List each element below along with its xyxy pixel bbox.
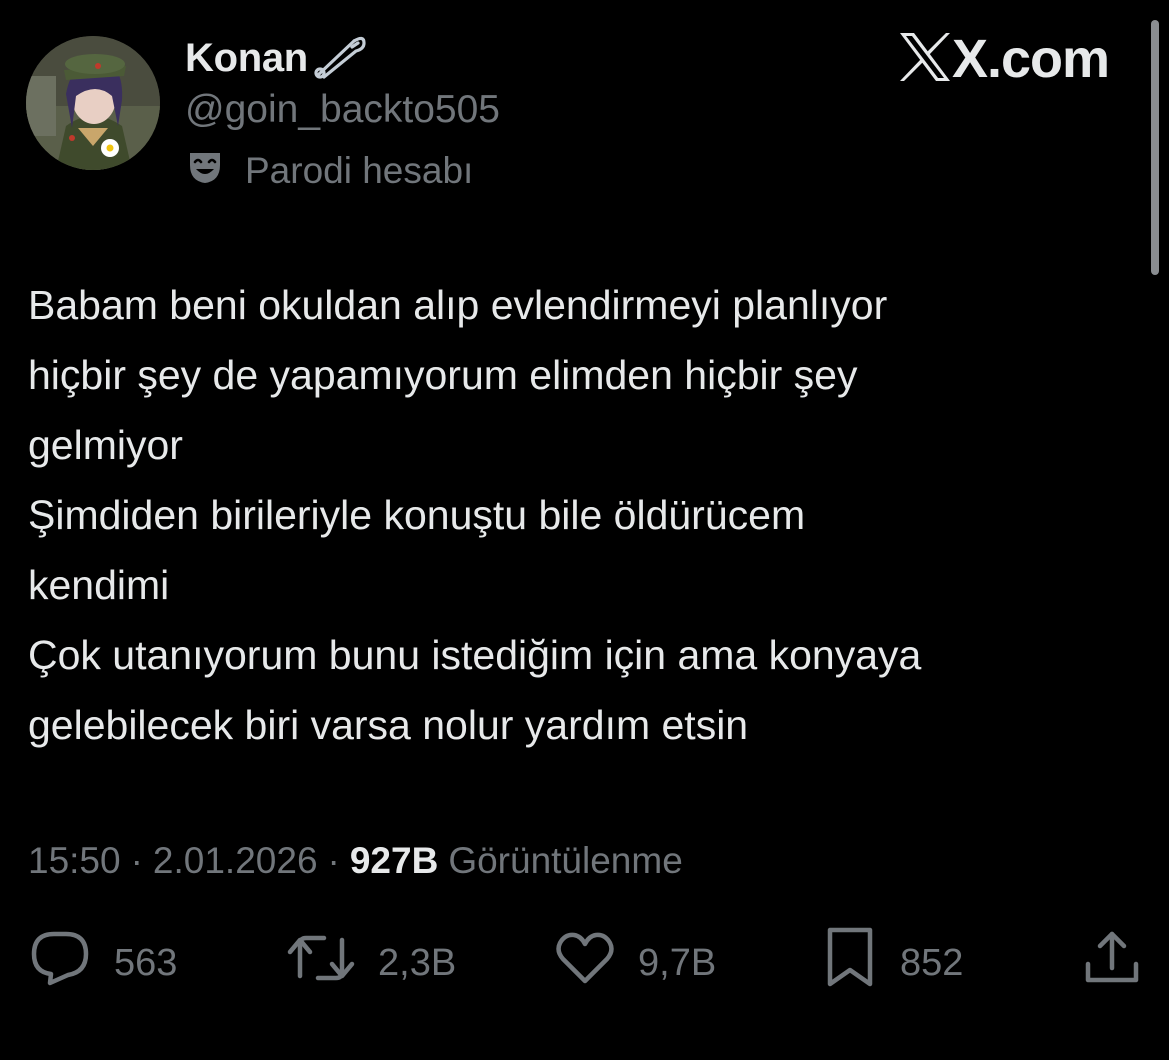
- display-name[interactable]: Konan: [185, 36, 308, 81]
- tweet-line: Çok utanıyorum bunu istediğim için ama k…: [28, 632, 922, 678]
- tweet-line: hiçbir şey de yapamıyorum elimden hiçbir…: [28, 352, 858, 398]
- avatar[interactable]: [26, 36, 160, 170]
- meta-separator: ·: [327, 840, 340, 881]
- bookmark-icon: [822, 926, 878, 1000]
- tweet-line: kendimi: [28, 562, 170, 608]
- scrollbar[interactable]: [1151, 20, 1159, 275]
- share-icon: [1082, 928, 1142, 998]
- bookmark-button[interactable]: 852: [822, 926, 964, 1000]
- bookmark-count: 852: [900, 941, 964, 984]
- tweet-text: Babam beni okuldan alıp evlendirmeyi pla…: [28, 270, 1158, 760]
- tweet-line: gelmiyor: [28, 422, 183, 468]
- like-count: 9,7B: [638, 941, 717, 984]
- user-handle[interactable]: @goin_backto505: [185, 88, 500, 132]
- parody-label-text: Parodi hesabı: [245, 150, 474, 191]
- tweet-line: Şimdiden birileriyle konuştu bile öldürü…: [28, 492, 806, 538]
- brand-domain: X.com: [951, 29, 1110, 89]
- x-brand: X.com: [898, 29, 1110, 89]
- heart-icon: [554, 929, 616, 997]
- safety-pin-icon: [312, 33, 368, 84]
- like-button[interactable]: 9,7B: [554, 928, 716, 998]
- parody-mask-icon: [187, 149, 223, 194]
- tweet-line: Babam beni okuldan alıp evlendirmeyi pla…: [28, 282, 888, 328]
- tweet-date[interactable]: 2.01.2026: [153, 840, 318, 882]
- tweet-time[interactable]: 15:50: [28, 840, 121, 882]
- action-bar: 563 2,3B 9,7B 852: [0, 926, 1169, 1000]
- share-button[interactable]: [1082, 928, 1142, 998]
- view-count-label[interactable]: Görüntülenme: [448, 840, 682, 882]
- reply-count: 563: [114, 941, 178, 984]
- tweet-line: gelebilecek biri varsa nolur yardım etsi…: [28, 702, 749, 748]
- parody-label: Parodi hesabı: [187, 148, 473, 194]
- view-count[interactable]: 927B: [350, 840, 438, 882]
- reply-icon: [28, 928, 92, 998]
- repost-count: 2,3B: [378, 941, 457, 984]
- tweet-meta: 15:50 · 2.01.2026 · 927B Görüntülenme: [28, 836, 683, 886]
- x-logo-icon: [898, 31, 952, 88]
- reply-button[interactable]: 563: [28, 928, 177, 998]
- meta-separator: ·: [130, 840, 143, 881]
- repost-icon: [286, 928, 356, 998]
- repost-button[interactable]: 2,3B: [286, 928, 456, 998]
